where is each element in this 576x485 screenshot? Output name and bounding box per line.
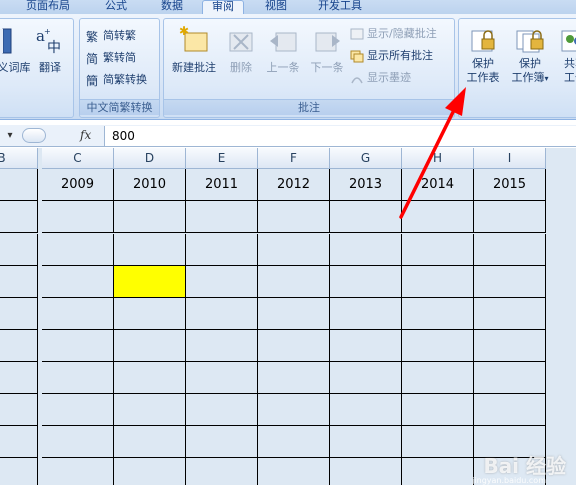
excel-window: 页面布局 公式 数据 审阅 视图 开发工具 义词库 a + 中 翻译 繁 简转繁…	[0, 0, 576, 485]
annotation-arrow	[399, 87, 466, 219]
watermark: Bai 经验	[483, 454, 566, 478]
watermark-url: jingyan.baidu.com	[472, 476, 546, 485]
